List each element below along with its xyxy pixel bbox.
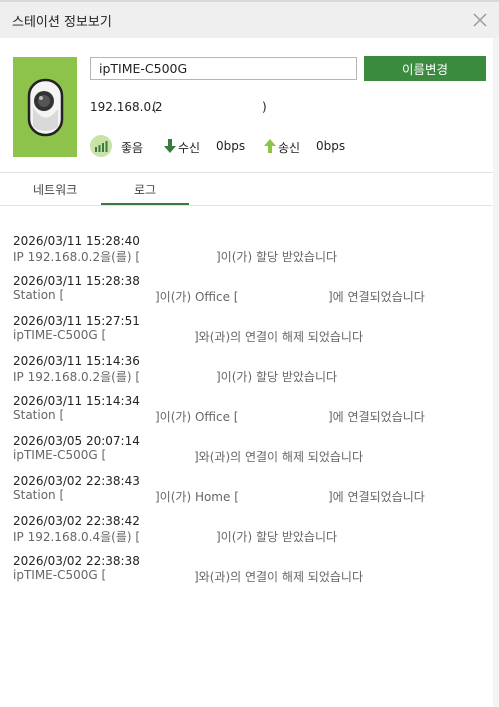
log-time: 2026/03/05 20:07:14 [13, 434, 140, 448]
log-message-part: ]이(가) Office [ [155, 290, 239, 304]
log-time: 2026/03/02 22:38:43 [13, 474, 140, 488]
title-bar: 스테이션 정보보기 [0, 0, 499, 38]
log-message-part: IP 192.168.0.2을(를) [ [13, 370, 141, 384]
log-message-part: ]이(가) Office [ [155, 410, 239, 424]
log-message-part: ]에 연결되었습니다 [328, 290, 425, 304]
device-name-input[interactable] [90, 57, 357, 80]
camera-icon [27, 78, 64, 137]
tab-network[interactable]: 네트워크 [33, 181, 77, 198]
tx-value: 0bps [316, 139, 346, 153]
ip-paren-close: ) [262, 100, 267, 114]
divider [0, 172, 493, 173]
download-arrow-icon [164, 139, 176, 153]
log-time: 2026/03/11 15:14:34 [13, 394, 140, 408]
log-message-part: ipTIME-C500G [ [13, 328, 107, 342]
tab-log[interactable]: 로그 [134, 181, 156, 198]
log-time: 2026/03/11 15:27:51 [13, 314, 140, 328]
log-time: 2026/03/11 15:28:40 [13, 234, 140, 248]
log-message-part: ipTIME-C500G [ [13, 568, 107, 582]
log-message-part: ]이(가) 할당 받았습니다 [216, 370, 338, 384]
log-message-part: ]와(과)의 연결이 해제 되었습니다 [194, 330, 364, 344]
rename-button[interactable]: 이름변경 [364, 56, 486, 81]
log-message-part: Station [ [13, 408, 65, 422]
log-time: 2026/03/02 22:38:42 [13, 514, 140, 528]
window-title: 스테이션 정보보기 [12, 15, 112, 30]
log-message-part: ]에 연결되었습니다 [328, 490, 425, 504]
log-message-part: ]에 연결되었습니다 [328, 410, 425, 424]
log-message-part: ]와(과)의 연결이 해제 되었습니다 [194, 570, 364, 584]
log-message-part: Station [ [13, 288, 65, 302]
tab-divider [0, 205, 493, 206]
signal-strength-icon [90, 135, 112, 157]
log-time: 2026/03/02 22:38:38 [13, 554, 140, 568]
rx-value: 0bps [216, 139, 246, 153]
upload-arrow-icon [264, 139, 276, 153]
log-message-part: ]이(가) 할당 받았습니다 [216, 530, 338, 544]
log-time: 2026/03/11 15:28:38 [13, 274, 140, 288]
device-tile [13, 57, 77, 157]
rx-label: 수신 [178, 141, 201, 155]
tx-label: 송신 [278, 141, 301, 155]
log-message-part: IP 192.168.0.2을(를) [ [13, 250, 141, 264]
log-message-part: ]이(가) Home [ [155, 490, 239, 504]
close-icon[interactable] [470, 10, 490, 30]
ip-paren-open: ( [152, 100, 157, 114]
log-message-part: ]와(과)의 연결이 해제 되었습니다 [194, 450, 364, 464]
log-message-part: IP 192.168.0.4을(를) [ [13, 530, 141, 544]
log-time: 2026/03/11 15:14:36 [13, 354, 140, 368]
signal-label: 좋음 [121, 141, 144, 155]
log-message-part: ]이(가) 할당 받았습니다 [216, 250, 338, 264]
log-message-part: ipTIME-C500G [ [13, 448, 107, 462]
window-edge [493, 38, 499, 707]
log-message-part: Station [ [13, 488, 65, 502]
